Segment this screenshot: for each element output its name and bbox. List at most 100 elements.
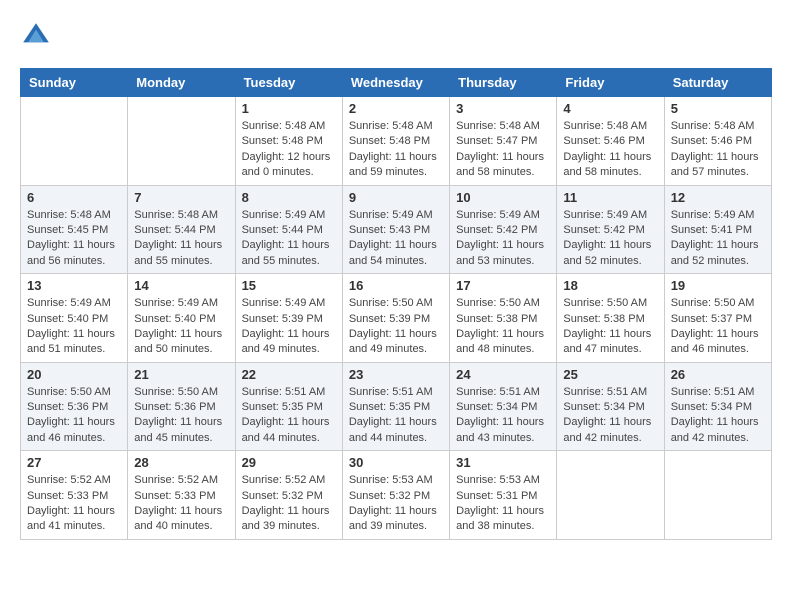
day-number: 21 (134, 367, 228, 382)
day-info: Sunrise: 5:48 AM Sunset: 5:46 PM Dayligh… (671, 119, 765, 181)
calendar-cell: 17 Sunrise: 5:50 AM Sunset: 5:38 PM Dayli… (450, 274, 557, 363)
calendar-week-row: 13 Sunrise: 5:49 AM Sunset: 5:40 PM Dayli… (21, 274, 772, 363)
calendar-cell: 3 Sunrise: 5:48 AM Sunset: 5:47 PM Daylig… (450, 97, 557, 186)
calendar-cell: 20 Sunrise: 5:50 AM Sunset: 5:36 PM Dayli… (21, 362, 128, 451)
day-number: 16 (349, 278, 443, 293)
calendar-week-row: 6 Sunrise: 5:48 AM Sunset: 5:45 PM Daylig… (21, 185, 772, 274)
day-info: Sunrise: 5:52 AM Sunset: 5:32 PM Dayligh… (242, 473, 336, 535)
calendar-cell: 4 Sunrise: 5:48 AM Sunset: 5:46 PM Daylig… (557, 97, 664, 186)
day-info: Sunrise: 5:53 AM Sunset: 5:32 PM Dayligh… (349, 473, 443, 535)
column-header-friday: Friday (557, 69, 664, 97)
day-number: 29 (242, 455, 336, 470)
calendar-week-row: 1Sunrise: 5:48 AM Sunset: 5:48 PM Daylig… (21, 97, 772, 186)
calendar-cell: 24 Sunrise: 5:51 AM Sunset: 5:34 PM Dayli… (450, 362, 557, 451)
calendar-cell: 14 Sunrise: 5:49 AM Sunset: 5:40 PM Dayli… (128, 274, 235, 363)
day-number: 31 (456, 455, 550, 470)
day-info: Sunrise: 5:51 AM Sunset: 5:34 PM Dayligh… (456, 385, 550, 447)
day-number: 12 (671, 190, 765, 205)
day-info: Sunrise: 5:48 AM Sunset: 5:45 PM Dayligh… (27, 208, 121, 270)
calendar-cell: 27 Sunrise: 5:52 AM Sunset: 5:33 PM Dayli… (21, 451, 128, 540)
calendar-cell (664, 451, 771, 540)
calendar-cell: 2 Sunrise: 5:48 AM Sunset: 5:48 PM Daylig… (342, 97, 449, 186)
day-info: Sunrise: 5:48 AM Sunset: 5:44 PM Dayligh… (134, 208, 228, 270)
day-info: Sunrise: 5:51 AM Sunset: 5:34 PM Dayligh… (671, 385, 765, 447)
calendar-cell: 12 Sunrise: 5:49 AM Sunset: 5:41 PM Dayli… (664, 185, 771, 274)
calendar-cell: 26 Sunrise: 5:51 AM Sunset: 5:34 PM Dayli… (664, 362, 771, 451)
calendar-table: SundayMondayTuesdayWednesdayThursdayFrid… (20, 68, 772, 540)
calendar-cell: 10 Sunrise: 5:49 AM Sunset: 5:42 PM Dayli… (450, 185, 557, 274)
day-info: Sunrise: 5:49 AM Sunset: 5:41 PM Dayligh… (671, 208, 765, 270)
day-info: Sunrise: 5:49 AM Sunset: 5:44 PM Dayligh… (242, 208, 336, 270)
day-number: 13 (27, 278, 121, 293)
day-info: Sunrise: 5:49 AM Sunset: 5:40 PM Dayligh… (27, 296, 121, 358)
day-number: 24 (456, 367, 550, 382)
day-info: Sunrise: 5:51 AM Sunset: 5:35 PM Dayligh… (242, 385, 336, 447)
day-info: Sunrise: 5:49 AM Sunset: 5:42 PM Dayligh… (563, 208, 657, 270)
day-info: Sunrise: 5:48 AM Sunset: 5:47 PM Dayligh… (456, 119, 550, 181)
column-header-saturday: Saturday (664, 69, 771, 97)
calendar-cell: 9 Sunrise: 5:49 AM Sunset: 5:43 PM Daylig… (342, 185, 449, 274)
day-number: 7 (134, 190, 228, 205)
calendar-cell: 5 Sunrise: 5:48 AM Sunset: 5:46 PM Daylig… (664, 97, 771, 186)
calendar-cell: 18Sunrise: 5:50 AM Sunset: 5:38 PM Dayli… (557, 274, 664, 363)
day-number: 20 (27, 367, 121, 382)
day-info: Sunrise: 5:50 AM Sunset: 5:37 PM Dayligh… (671, 296, 765, 358)
logo-icon (20, 20, 52, 52)
day-number: 23 (349, 367, 443, 382)
day-info: Sunrise: 5:51 AM Sunset: 5:35 PM Dayligh… (349, 385, 443, 447)
calendar-cell: 22 Sunrise: 5:51 AM Sunset: 5:35 PM Dayli… (235, 362, 342, 451)
calendar-cell: 11 Sunrise: 5:49 AM Sunset: 5:42 PM Dayli… (557, 185, 664, 274)
column-header-wednesday: Wednesday (342, 69, 449, 97)
column-header-tuesday: Tuesday (235, 69, 342, 97)
calendar-cell: 31 Sunrise: 5:53 AM Sunset: 5:31 PM Dayli… (450, 451, 557, 540)
day-number: 4 (563, 101, 657, 116)
calendar-cell: 30Sunrise: 5:53 AM Sunset: 5:32 PM Dayli… (342, 451, 449, 540)
calendar-week-row: 27 Sunrise: 5:52 AM Sunset: 5:33 PM Dayli… (21, 451, 772, 540)
day-number: 17 (456, 278, 550, 293)
day-info: Sunrise: 5:48 AM Sunset: 5:48 PM Dayligh… (349, 119, 443, 181)
day-info: Sunrise: 5:51 AM Sunset: 5:34 PM Dayligh… (563, 385, 657, 447)
column-header-monday: Monday (128, 69, 235, 97)
day-info: Sunrise: 5:49 AM Sunset: 5:42 PM Dayligh… (456, 208, 550, 270)
column-header-sunday: Sunday (21, 69, 128, 97)
day-number: 8 (242, 190, 336, 205)
day-number: 19 (671, 278, 765, 293)
calendar-cell: 19 Sunrise: 5:50 AM Sunset: 5:37 PM Dayli… (664, 274, 771, 363)
day-number: 10 (456, 190, 550, 205)
column-header-thursday: Thursday (450, 69, 557, 97)
day-info: Sunrise: 5:52 AM Sunset: 5:33 PM Dayligh… (27, 473, 121, 535)
day-number: 2 (349, 101, 443, 116)
day-number: 5 (671, 101, 765, 116)
day-number: 3 (456, 101, 550, 116)
day-number: 27 (27, 455, 121, 470)
day-info: Sunrise: 5:49 AM Sunset: 5:39 PM Dayligh… (242, 296, 336, 358)
logo (20, 20, 56, 52)
day-number: 22 (242, 367, 336, 382)
calendar-cell: 21Sunrise: 5:50 AM Sunset: 5:36 PM Dayli… (128, 362, 235, 451)
day-info: Sunrise: 5:48 AM Sunset: 5:48 PM Dayligh… (242, 119, 336, 181)
calendar-cell: 8 Sunrise: 5:49 AM Sunset: 5:44 PM Daylig… (235, 185, 342, 274)
calendar-cell: 16Sunrise: 5:50 AM Sunset: 5:39 PM Dayli… (342, 274, 449, 363)
day-number: 25 (563, 367, 657, 382)
day-info: Sunrise: 5:50 AM Sunset: 5:38 PM Dayligh… (456, 296, 550, 358)
day-info: Sunrise: 5:49 AM Sunset: 5:43 PM Dayligh… (349, 208, 443, 270)
calendar-cell: 28 Sunrise: 5:52 AM Sunset: 5:33 PM Dayli… (128, 451, 235, 540)
day-number: 28 (134, 455, 228, 470)
calendar-header-row: SundayMondayTuesdayWednesdayThursdayFrid… (21, 69, 772, 97)
calendar-cell: 29 Sunrise: 5:52 AM Sunset: 5:32 PM Dayli… (235, 451, 342, 540)
page-header (20, 20, 772, 52)
calendar-cell: 15Sunrise: 5:49 AM Sunset: 5:39 PM Dayli… (235, 274, 342, 363)
day-info: Sunrise: 5:50 AM Sunset: 5:36 PM Dayligh… (27, 385, 121, 447)
day-number: 26 (671, 367, 765, 382)
day-number: 11 (563, 190, 657, 205)
day-number: 14 (134, 278, 228, 293)
day-number: 6 (27, 190, 121, 205)
day-number: 9 (349, 190, 443, 205)
calendar-cell (21, 97, 128, 186)
calendar-cell: 25 Sunrise: 5:51 AM Sunset: 5:34 PM Dayli… (557, 362, 664, 451)
day-info: Sunrise: 5:53 AM Sunset: 5:31 PM Dayligh… (456, 473, 550, 535)
day-info: Sunrise: 5:49 AM Sunset: 5:40 PM Dayligh… (134, 296, 228, 358)
calendar-week-row: 20 Sunrise: 5:50 AM Sunset: 5:36 PM Dayli… (21, 362, 772, 451)
day-info: Sunrise: 5:52 AM Sunset: 5:33 PM Dayligh… (134, 473, 228, 535)
day-info: Sunrise: 5:48 AM Sunset: 5:46 PM Dayligh… (563, 119, 657, 181)
